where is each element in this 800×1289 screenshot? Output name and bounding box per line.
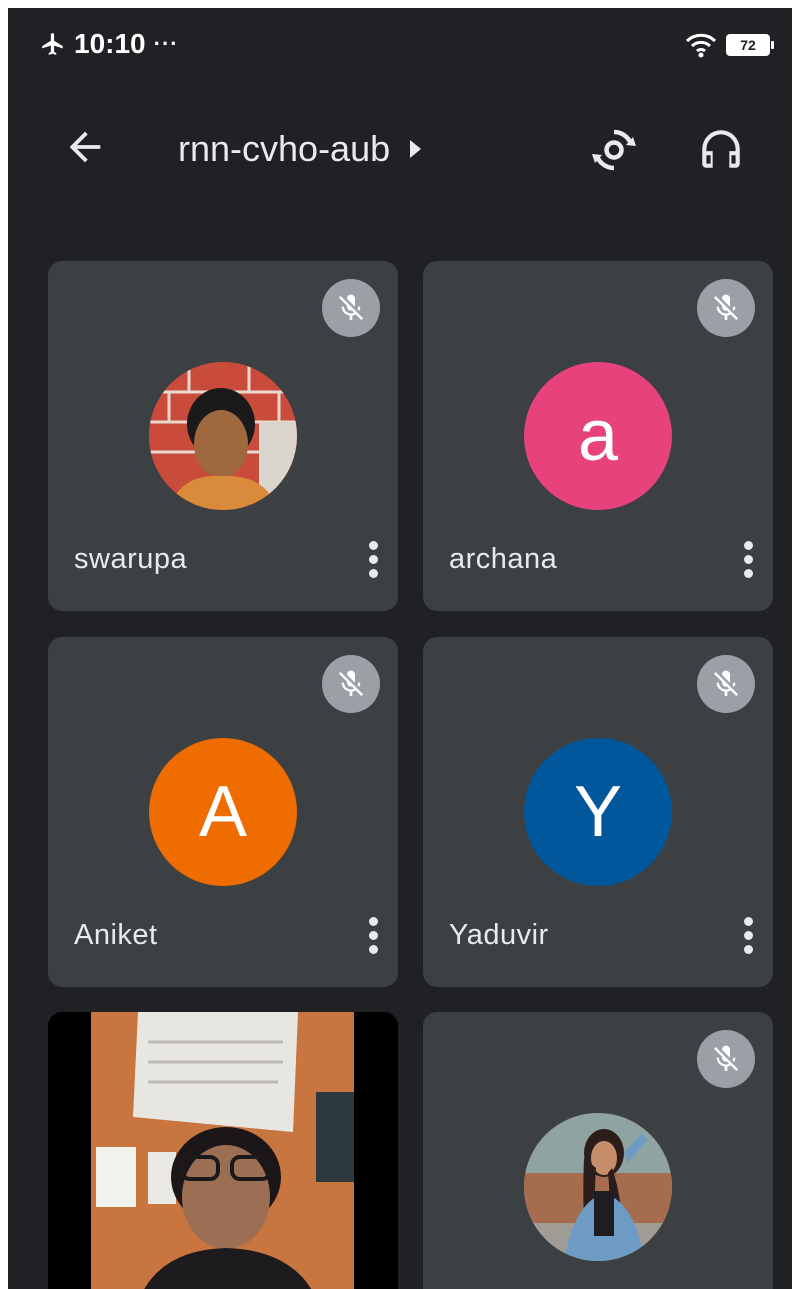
mic-off-icon	[697, 1030, 755, 1088]
wifi-icon	[685, 33, 717, 58]
avatar-initial: a	[577, 396, 619, 476]
mic-off-icon	[322, 279, 380, 337]
airplane-icon	[42, 33, 63, 55]
participant-tile-archana[interactable]: a archana	[423, 261, 773, 611]
headphones-icon[interactable]	[696, 124, 746, 174]
mic-off-icon	[697, 655, 755, 713]
status-bar: 10:10 ··· 72	[8, 8, 792, 80]
participant-name: swarupa	[74, 543, 188, 575]
avatar-photo	[524, 1113, 672, 1261]
avatar-letter: A	[149, 738, 297, 886]
battery-level: 72	[740, 37, 756, 53]
app-bar: rnn-cvho-aub	[8, 98, 792, 198]
participant-tile-aniket[interactable]: A Aniket	[48, 637, 398, 987]
avatar-initial: Y	[573, 772, 623, 852]
avatar-initial: A	[198, 772, 248, 852]
video-feed	[48, 1012, 398, 1289]
participant-tile-swarupa[interactable]: swarupa	[48, 261, 398, 611]
avatar-photo	[149, 362, 297, 510]
participant-name: Yaduvir	[449, 919, 549, 951]
avatar-letter: a	[524, 362, 672, 510]
more-options-icon[interactable]	[366, 541, 380, 581]
back-arrow-icon[interactable]	[62, 124, 108, 170]
meeting-title[interactable]: rnn-cvho-aub	[178, 128, 422, 170]
battery-icon: 72	[726, 34, 774, 56]
participant-name: archana	[449, 543, 558, 575]
participant-tile-video[interactable]	[48, 1012, 398, 1289]
more-options-icon[interactable]	[741, 541, 755, 581]
mic-off-icon	[322, 655, 380, 713]
participant-name: Aniket	[74, 919, 158, 951]
participant-tile-photo[interactable]	[423, 1012, 773, 1289]
switch-camera-icon[interactable]	[588, 124, 640, 176]
mic-off-icon	[697, 279, 755, 337]
status-dots: ···	[153, 31, 179, 56]
status-time: 10:10	[74, 28, 146, 59]
participant-tile-yaduvir[interactable]: Y Yaduvir	[423, 637, 773, 987]
caret-right-icon	[410, 140, 422, 158]
meeting-code: rnn-cvho-aub	[178, 128, 391, 169]
meeting-screen: 10:10 ··· 72 rnn-cvho-aub swarupa a arch…	[8, 8, 792, 1289]
more-options-icon[interactable]	[741, 917, 755, 957]
avatar-letter: Y	[524, 738, 672, 886]
more-options-icon[interactable]	[366, 917, 380, 957]
